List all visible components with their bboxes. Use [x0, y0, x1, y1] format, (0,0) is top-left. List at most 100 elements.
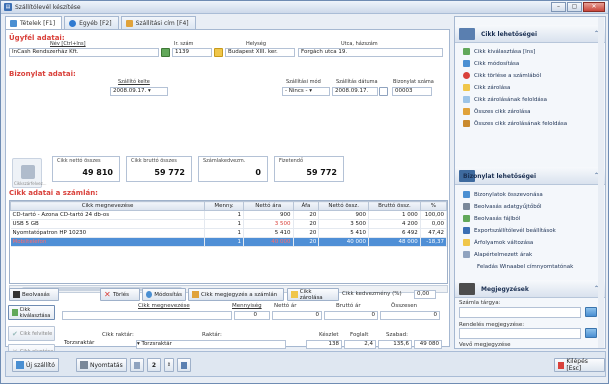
- table-header: Cikk megnevezése Menny. Nettó ára Áfa Ne…: [10, 201, 447, 211]
- panel-item[interactable]: Alapértelmezett árak: [463, 250, 532, 259]
- lock-icon: [463, 84, 470, 91]
- side-panel-scrollbar[interactable]: [598, 17, 604, 348]
- city-field[interactable]: Budapest XIII. ker.: [225, 48, 295, 57]
- panel-item[interactable]: Cikk módosítása: [463, 59, 519, 68]
- entry-qty-label: Mennyiség: [232, 303, 262, 309]
- doc-date-field[interactable]: 2008.09.17. ▾: [110, 87, 168, 96]
- customer-name-field[interactable]: InCash Rendszerház Kft.: [9, 48, 159, 57]
- refresh-icon: [146, 291, 153, 298]
- package-icon: [21, 165, 35, 179]
- scan-button[interactable]: Beolvasás: [9, 288, 59, 301]
- item-note-button[interactable]: Cikk megjegyzés a számlán: [188, 288, 284, 301]
- column-header[interactable]: Nettó össz.: [318, 201, 370, 211]
- discount-pct-field[interactable]: 0,00: [414, 290, 436, 299]
- title-bar: ▤ Szállítólevél készítése – ▢ ✕: [1, 1, 608, 14]
- insert-item-button[interactable]: ✔ Cikk felvitele: [8, 326, 55, 341]
- stock-label: Készlet: [319, 332, 339, 338]
- edit-icon: [463, 60, 470, 67]
- copies-stepper[interactable]: ⇕: [164, 358, 174, 372]
- minimize-button[interactable]: –: [551, 2, 566, 12]
- print-button[interactable]: Nyomtatás: [76, 358, 127, 372]
- print-preview-button[interactable]: [130, 358, 144, 372]
- panel-item[interactable]: Exportszállítólevél beállítások: [463, 226, 556, 235]
- reserved-label: Foglalt: [350, 332, 369, 338]
- panel-item[interactable]: Összes cikk zárolásának feloldása: [463, 119, 567, 128]
- warehouse-select[interactable]: ▾ Torzsraktár: [136, 340, 286, 349]
- panel-item[interactable]: Cikk zárolásának feloldása: [463, 95, 547, 104]
- discount-pct-label: Cikk kedvezmény (%): [342, 291, 402, 297]
- item-options-header[interactable]: Cikk lehetőségei ⌃: [455, 25, 605, 43]
- column-header[interactable]: Bruttó össz.: [368, 201, 421, 211]
- delete-item-button[interactable]: ✕ Törlés: [100, 288, 140, 301]
- table-row[interactable]: USB 5 GB 1 3 500 20 3 500 4 200 0,00: [10, 219, 447, 229]
- close-button[interactable]: ✕: [583, 2, 605, 12]
- order-note-edit-button[interactable]: [585, 328, 597, 338]
- customer-lookup-icon[interactable]: [161, 48, 170, 57]
- panel-item[interactable]: Árfolyamok változása: [463, 238, 533, 247]
- note-icon: [192, 291, 199, 298]
- price-field: 49 080: [414, 340, 442, 349]
- main-panel: Ügyfél adatai: Név [Ctrl+Ins] Ir. szám H…: [5, 29, 450, 359]
- panel-item[interactable]: Cikk zárolása: [463, 83, 510, 92]
- shipping-mode-select[interactable]: - Nincs - ▾: [282, 87, 330, 96]
- copies-field[interactable]: 2: [147, 358, 161, 372]
- exit-button[interactable]: Kilépés [Esc]: [554, 358, 605, 372]
- panel-item[interactable]: Bizonylatok összevonása: [463, 190, 543, 199]
- calendar-icon[interactable]: [379, 87, 388, 96]
- entry-total-field[interactable]: 0: [380, 311, 440, 320]
- info-icon: [69, 19, 77, 27]
- column-header[interactable]: %: [419, 201, 447, 211]
- ship-date-field[interactable]: 2008.09.17.: [332, 87, 378, 96]
- table-row[interactable]: Nyomtatópatron HP 10230 1 5 410 20 5 410…: [10, 228, 447, 238]
- export-icon: [463, 227, 470, 234]
- currency-icon: [463, 239, 470, 246]
- entry-net-field[interactable]: 0: [272, 311, 322, 320]
- column-header[interactable]: Nettó ára: [242, 201, 294, 211]
- city-label: Helység: [246, 41, 267, 47]
- panel-item[interactable]: Cikk kiválasztása [Ins]: [463, 47, 535, 56]
- column-header[interactable]: Menny.: [204, 201, 244, 211]
- reserved-field: 2,4: [344, 340, 376, 349]
- select-item-button[interactable]: Cikk kiválasztása: [8, 305, 55, 320]
- city-lookup-icon[interactable]: [214, 48, 223, 57]
- tab-items[interactable]: Tételek [F1]: [5, 16, 63, 30]
- subject-edit-button[interactable]: [585, 307, 597, 317]
- settings-button[interactable]: [177, 358, 191, 372]
- entry-qty-field[interactable]: 0: [234, 311, 270, 320]
- tab-other[interactable]: Egyéb [F2]: [64, 16, 119, 29]
- zip-field[interactable]: 1139: [172, 48, 212, 57]
- panel-item[interactable]: Összes cikk zárolása: [463, 107, 531, 116]
- edit-item-button[interactable]: Módosítás: [142, 288, 186, 301]
- table-row[interactable]: CD-tartó - Azona CD-tartó 24 db-os 1 900…: [10, 210, 447, 220]
- doc-number-field[interactable]: 00003: [392, 87, 432, 96]
- panel-item[interactable]: Feladás Winaabel címnyomtatónak: [477, 262, 573, 271]
- window-title: Szállítólevél készítése: [15, 4, 81, 11]
- add-icon: [12, 309, 18, 316]
- invoice-subject-field[interactable]: [459, 307, 581, 318]
- document-options-header[interactable]: Bizonylat lehetőségei ⌃: [455, 167, 605, 185]
- column-header[interactable]: Cikk megnevezése: [10, 201, 206, 211]
- panel-item[interactable]: Cikk törlése a számlából: [463, 71, 541, 80]
- shipping-mode-label: Szállítási mód: [286, 79, 321, 85]
- main-window: ▤ Szállítólevél készítése – ▢ ✕ Tételek …: [0, 0, 609, 384]
- entry-gross-label: Bruttó ár: [336, 303, 361, 309]
- free-label: Szabad:: [386, 332, 408, 338]
- lock-item-button[interactable]: Cikk zárolása: [287, 288, 339, 301]
- notes-header[interactable]: Megjegyzések ⌃: [455, 280, 605, 298]
- order-note-field[interactable]: [459, 328, 581, 339]
- new-delivery-button[interactable]: Új szállító: [12, 358, 59, 372]
- bottom-toolbar: Új szállító Nyomtatás 2 ⇕ Kilépés [Esc]: [5, 351, 606, 377]
- item-options-icon: [459, 28, 475, 40]
- check-icon: ✔: [12, 329, 18, 338]
- table-row-selected[interactable]: Mobiltelefon 1 40 000 20 40 000 48 000 -…: [10, 237, 447, 247]
- panel-item[interactable]: Beolvasás fájlból: [463, 214, 520, 223]
- entry-name-field[interactable]: [62, 311, 232, 320]
- panel-item[interactable]: Beolvasás adatgyűjtőből: [463, 202, 542, 211]
- delete-icon: ✕: [104, 290, 111, 299]
- entry-gross-field[interactable]: 0: [324, 311, 378, 320]
- tab-shipping-address[interactable]: Szállítási cím [F4]: [120, 16, 196, 29]
- item-lookup-panel[interactable]: Cikkszárfelvez...: [12, 158, 47, 188]
- maximize-button[interactable]: ▢: [567, 2, 582, 12]
- column-header[interactable]: Áfa: [292, 201, 320, 211]
- street-field[interactable]: Forgách utca 19.: [298, 48, 443, 57]
